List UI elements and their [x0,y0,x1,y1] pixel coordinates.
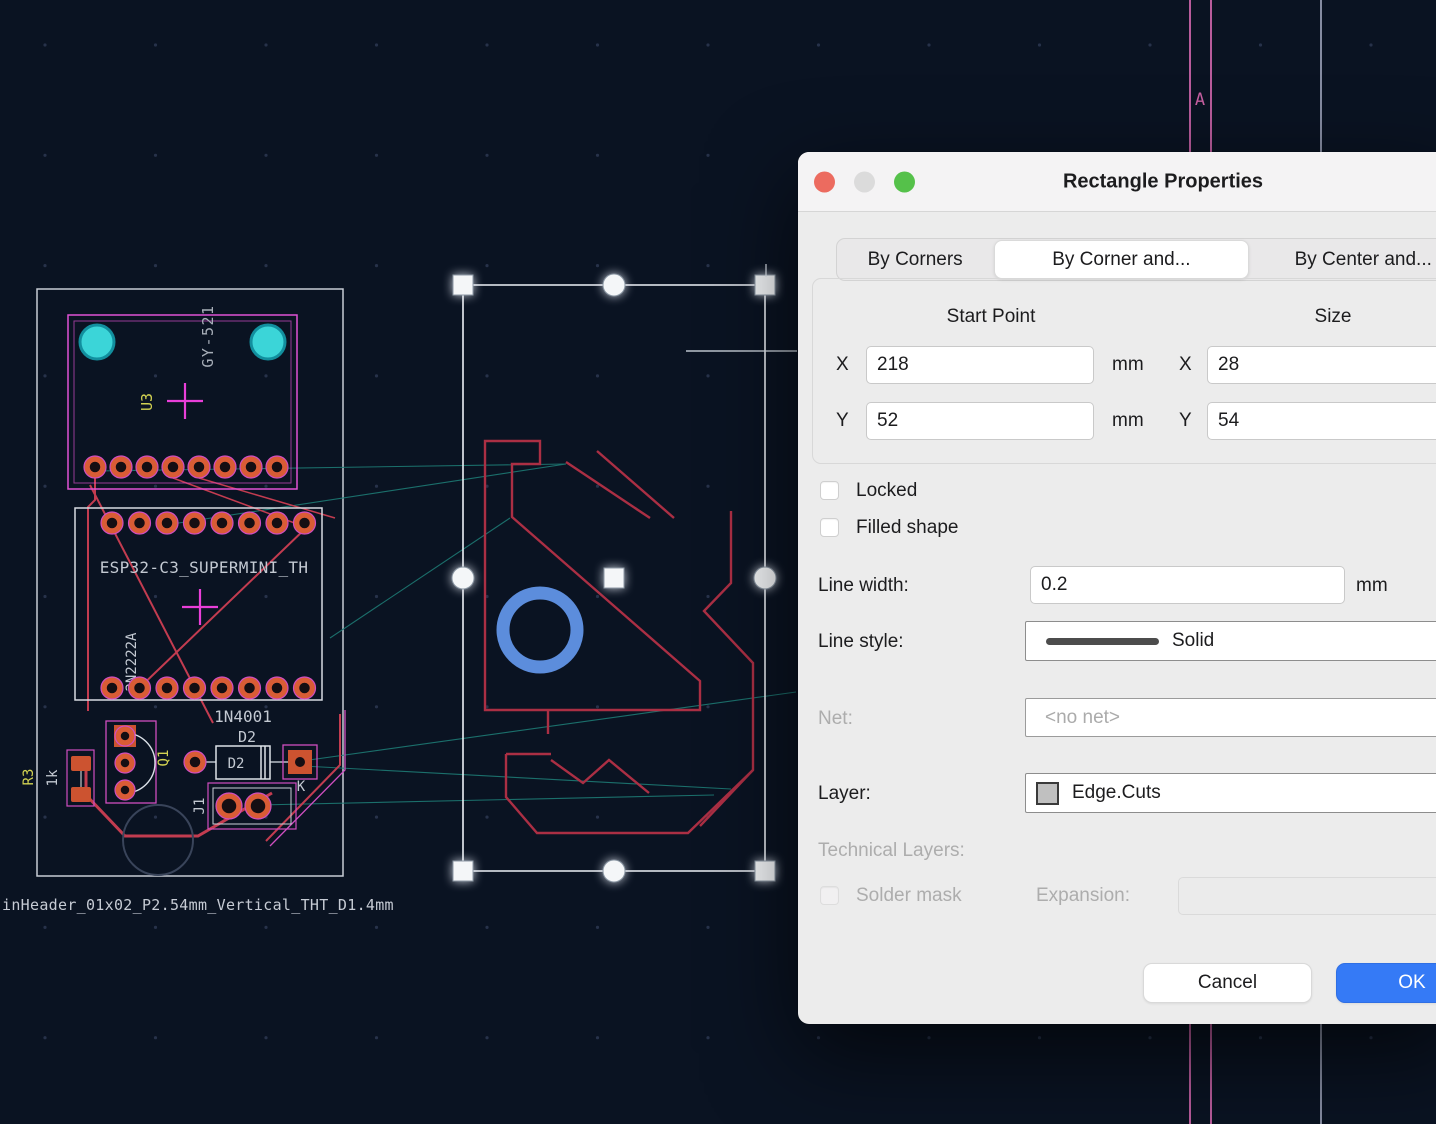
value-r3: 1k [45,769,61,786]
cancel-button[interactable]: Cancel [1143,963,1312,1003]
size-heading: Size [1314,306,1352,327]
line-style-label: Line style: [818,631,904,652]
handle-top-center[interactable] [602,273,626,297]
close-window-button[interactable] [814,171,835,192]
expansion-label: Expansion: [1036,885,1131,906]
start-x-unit: mm [1112,354,1144,375]
locked-checkbox[interactable] [820,481,839,500]
handle-bottom-center[interactable] [602,859,626,883]
footprint-r3[interactable]: R3 1k [21,749,95,807]
selection-box[interactable] [451,273,777,883]
net-label: Net: [818,708,853,729]
keepout-circle [122,804,194,876]
ref-r3: R3 [21,769,37,786]
layer-label: Layer: [818,783,871,804]
tab-by-corner-and-size[interactable]: By Corner and... [994,240,1249,279]
drill-origin-marker [496,586,584,674]
rectangle-properties-dialog: Rectangle Properties By Corners By Corne… [798,152,1436,1024]
start-x-label: X [836,354,849,375]
start-point-heading: Start Point [946,306,1036,327]
value-gy521: GY-521 [199,304,217,367]
layer-dropdown[interactable]: Edge.Cuts [1025,773,1436,813]
start-y-label: Y [836,410,849,431]
line-width-unit: mm [1356,575,1388,596]
tab-by-center-and-size[interactable]: By Center and... [1250,239,1436,280]
tab-by-corners[interactable]: By Corners [837,239,993,280]
sheet-zone-label: A [1195,90,1205,110]
start-y-unit: mm [1112,410,1144,431]
filled-shape-checkbox[interactable] [820,518,839,537]
solder-mask-checkbox [820,886,839,905]
start-x-input[interactable] [866,346,1094,384]
layer-color-swatch [1036,781,1059,805]
zoom-window-button[interactable] [894,171,915,192]
mount-hole [78,323,116,361]
anchor-cross-icon [182,589,218,625]
filled-shape-label: Filled shape [856,517,959,538]
value-1n4001: 1N4001 [214,707,272,726]
pad-array [100,511,317,535]
footprint-d2[interactable]: D2 D2 K [183,728,318,795]
edge-cuts-shape[interactable] [483,439,755,835]
handle-center[interactable] [603,567,625,589]
net-field: <no net> [1025,698,1436,737]
handle-top-right[interactable] [754,274,776,296]
value-d2: D2 [228,756,245,772]
handle-mid-right[interactable] [753,566,777,590]
minimize-window-button[interactable] [854,171,875,192]
dialog-titlebar: Rectangle Properties [798,152,1436,212]
handle-bottom-right[interactable] [754,860,776,882]
size-x-input[interactable] [1207,346,1436,384]
net-value: <no net> [1045,706,1121,728]
size-y-label: Y [1179,410,1192,431]
size-y-input[interactable] [1207,402,1436,440]
ref-q1: Q1 [156,750,172,767]
layer-value: Edge.Cuts [1072,782,1161,803]
line-width-label: Line width: [818,575,909,596]
locked-label: Locked [856,480,918,501]
pad-array [83,455,289,479]
line-style-value: Solid [1172,630,1215,651]
pad [71,756,91,771]
footprint-name-text: inHeader_01x02_P2.54mm_Vertical_THT_D1.4… [2,896,394,914]
pin-k-label: K [297,779,306,795]
size-x-label: X [1179,354,1192,375]
line-style-dropdown[interactable]: Solid [1025,621,1436,661]
value-esp32: ESP32-C3_SUPERMINI_TH [100,558,309,577]
mode-tabs: By Corners By Corner and... By Center an… [836,238,1436,281]
footprint-gy521[interactable]: U3 GY-521 [67,304,298,490]
expansion-input [1178,877,1436,915]
footprint-j1[interactable]: J1 [192,782,297,830]
solid-line-icon [1046,637,1159,645]
ref-j1: J1 [192,798,208,815]
footprint-q1[interactable]: Q1 [105,720,172,804]
handle-top-left[interactable] [452,274,474,296]
start-y-input[interactable] [866,402,1094,440]
ref-d2: D2 [238,728,256,746]
dialog-title: Rectangle Properties [1062,170,1264,192]
pad-array [183,750,207,774]
pad [71,787,91,802]
handle-bottom-left[interactable] [452,860,474,882]
pad-array [100,676,317,700]
footprint-esp32[interactable]: ESP32-C3_SUPERMINI_TH 2N2222A [74,507,323,701]
mount-hole [249,323,287,361]
ref-u3: U3 [138,393,156,411]
crosshair-cursor [686,264,797,352]
pad-array [114,725,136,801]
handle-mid-left[interactable] [451,566,475,590]
ok-button[interactable]: OK [1336,963,1436,1003]
line-width-input[interactable] [1030,566,1345,604]
pad-array [215,792,272,820]
technical-layers-heading: Technical Layers: [818,840,965,861]
anchor-cross-icon [167,383,203,419]
solder-mask-label: Solder mask [856,885,962,906]
